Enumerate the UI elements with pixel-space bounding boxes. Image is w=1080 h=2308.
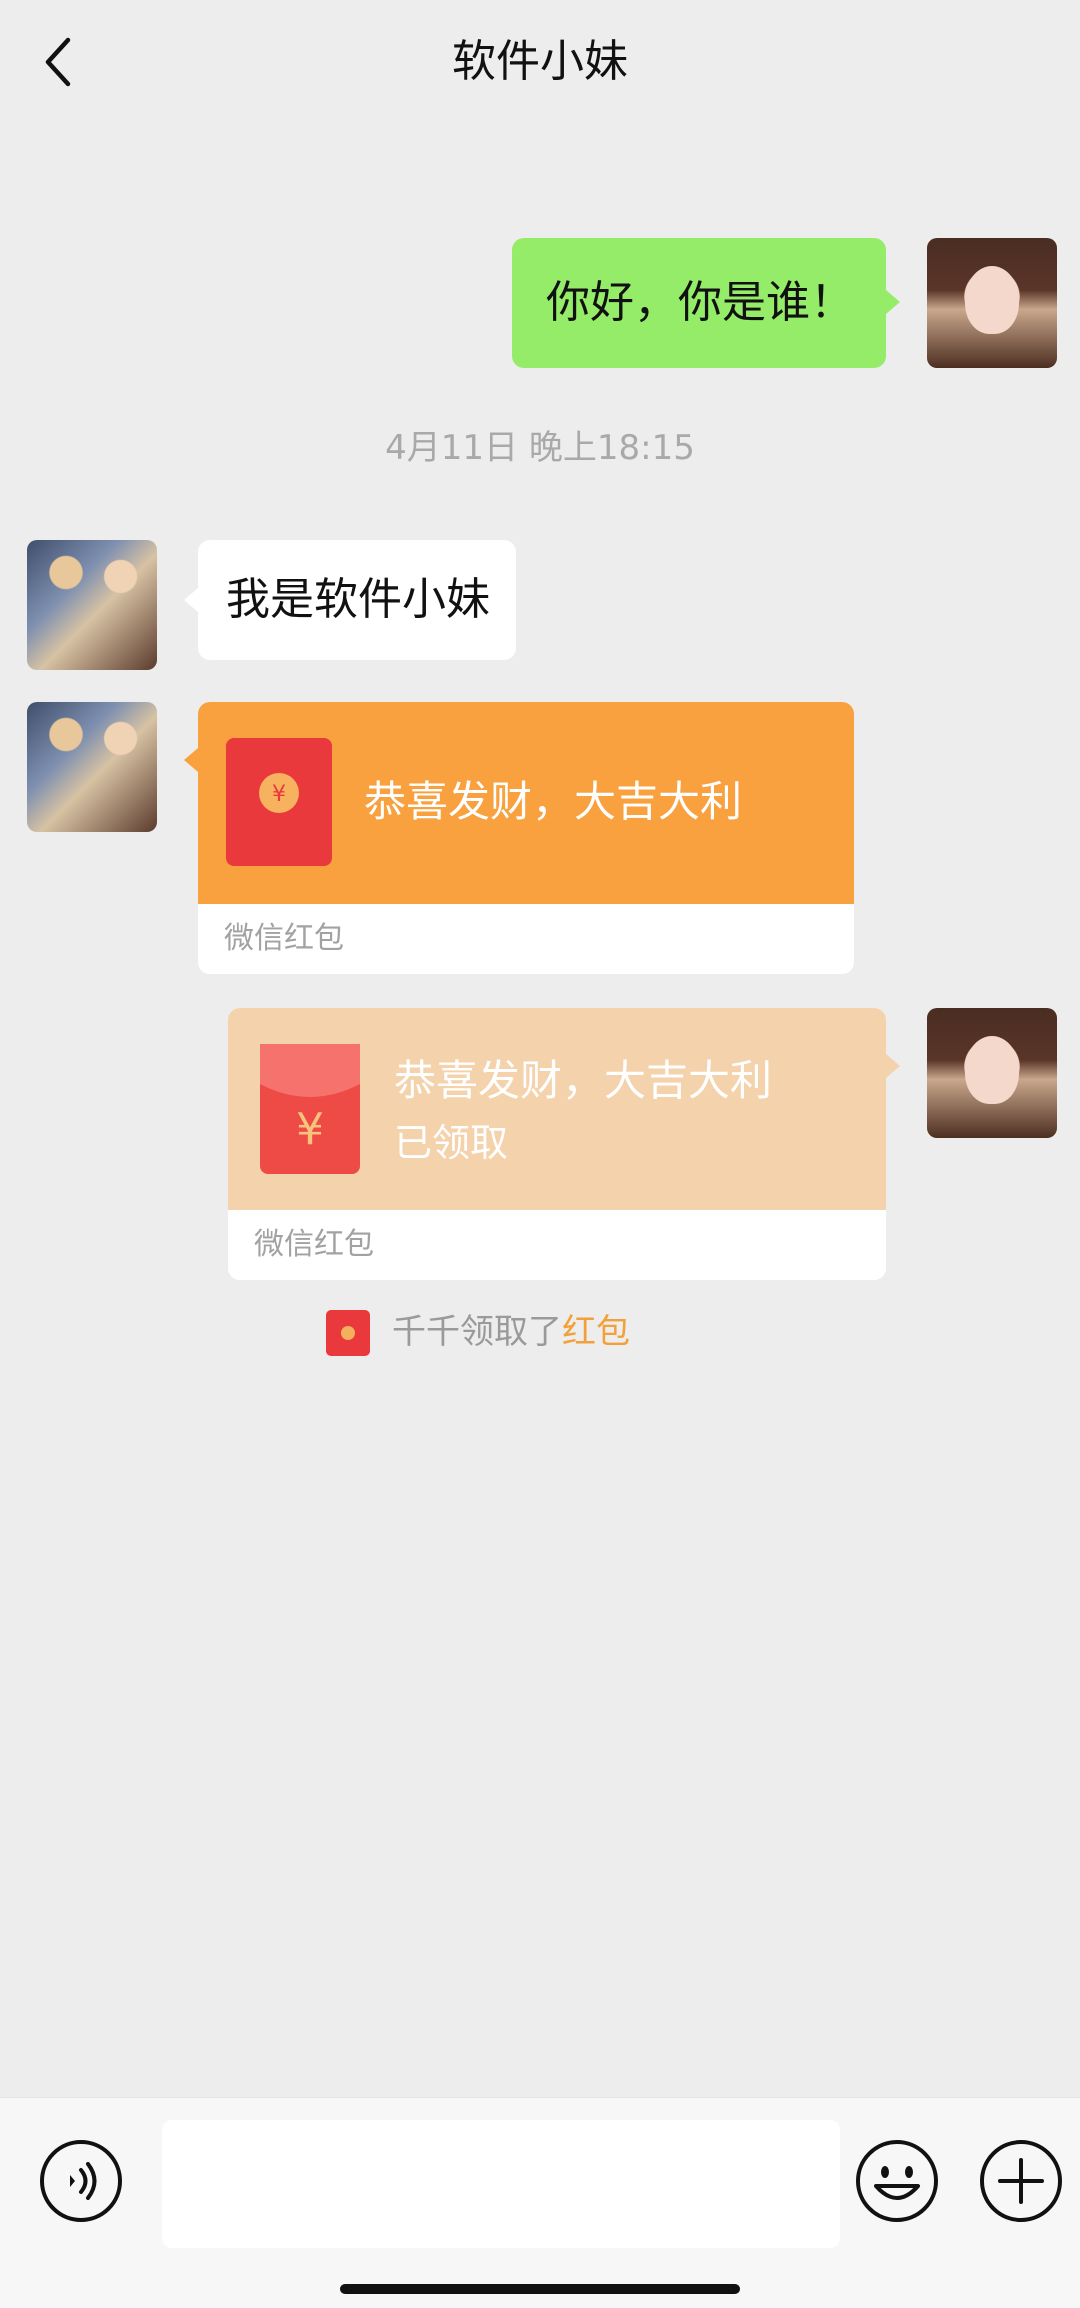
plus-icon [980,2140,1062,2222]
red-envelope-icon: ¥ [226,738,332,866]
plus-button[interactable] [978,2138,1064,2224]
avatar-self[interactable] [927,1008,1057,1138]
emoji-icon [856,2140,938,2222]
message-bubble-other[interactable]: 我是软件小妹 [184,540,516,660]
message-bubble-self[interactable]: 你好，你是谁！ [512,238,900,368]
svg-text:¥: ¥ [296,1104,324,1155]
emoji-button[interactable] [854,2138,940,2224]
avatar-other[interactable] [27,540,157,670]
red-packet-opened[interactable]: ¥ 恭喜发财，大吉大利 已领取 微信红包 [228,1008,886,1280]
chat-title: 软件小妹 [452,36,628,87]
svg-text:¥: ¥ [272,782,286,807]
red-packet-label: 微信红包 [224,921,344,956]
red-envelope-icon [326,1310,370,1356]
message-input[interactable] [162,2120,840,2248]
home-indicator[interactable] [340,2284,740,2294]
red-packet-received[interactable]: ¥ 恭喜发财，大吉大利 微信红包 [198,702,854,974]
notice-text: 千千领取了 [392,1312,562,1352]
message-text: 你好，你是谁！ [546,277,854,328]
input-bar [0,2097,1080,2308]
message-text: 我是软件小妹 [226,574,490,625]
red-packet-title: 恭喜发财，大吉大利 [394,1056,773,1105]
red-envelope-icon: ¥ [260,1044,360,1174]
red-packet-notice: 千千领取了红包 [0,1306,1080,1358]
voice-button[interactable] [38,2138,124,2224]
notice-link[interactable]: 红包 [562,1312,630,1352]
avatar-self[interactable] [927,238,1057,368]
red-packet-status: 已领取 [394,1121,509,1165]
avatar-other[interactable] [27,702,157,832]
timestamp: 4月11日 晚上18:15 [385,428,695,468]
voice-icon [40,2140,122,2222]
red-packet-label: 微信红包 [254,1227,374,1262]
red-packet-title: 恭喜发财，大吉大利 [364,777,743,826]
